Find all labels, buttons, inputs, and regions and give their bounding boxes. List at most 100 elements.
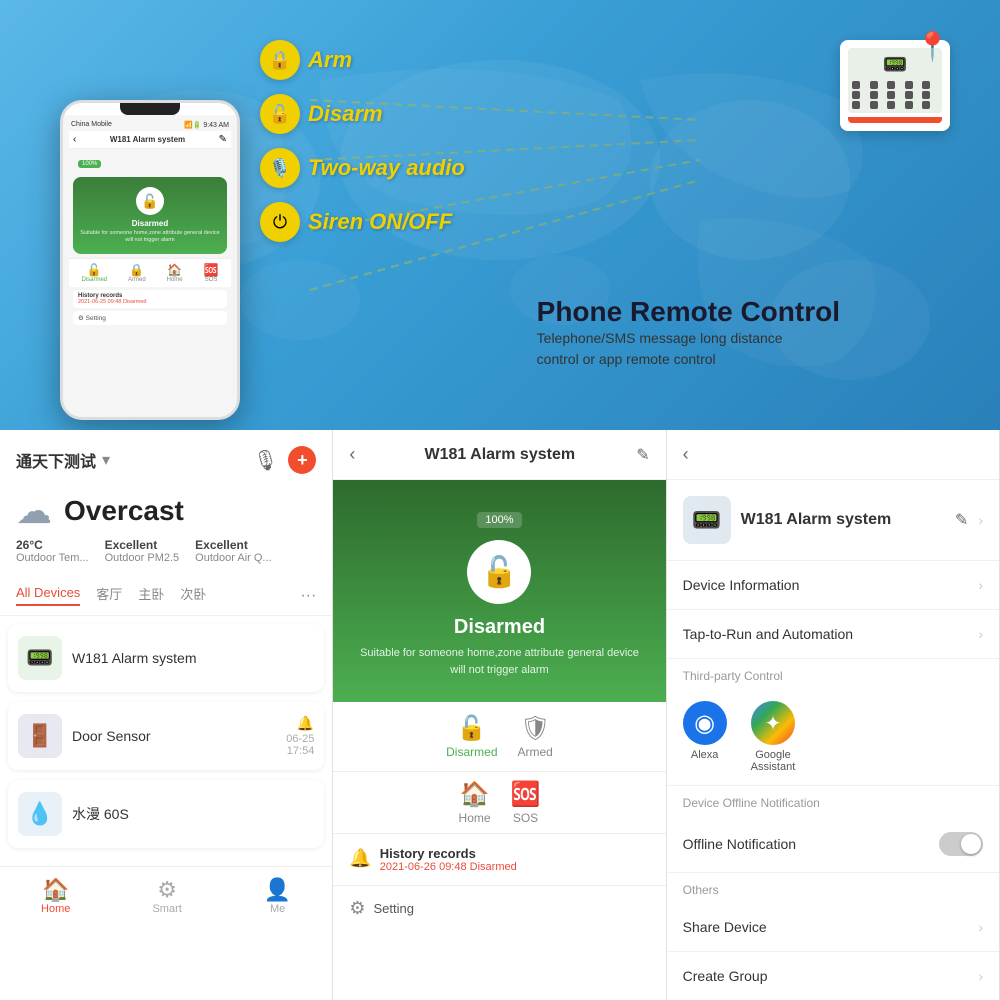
setting-label: Setting — [373, 901, 413, 916]
create-group-arrow: › — [978, 968, 983, 984]
phone-notch — [120, 103, 180, 115]
alexa-icon: ◉ — [683, 701, 727, 745]
alarm-description: Suitable for someone home,zone attribute… — [353, 645, 645, 678]
panel-settings: ‹ 📟 W181 Alarm system ✎ › Device Informa… — [667, 430, 1000, 1000]
third-party-section-label: Third-party Control — [667, 659, 999, 689]
share-device-arrow: › — [978, 919, 983, 935]
disarmed-button[interactable]: 🔓 Disarmed — [446, 714, 497, 759]
phone-history: History records 2021-06-25 09:48 Disarme… — [73, 290, 227, 308]
panel-home: 通天下测试 ▾ 🎙 + ☁ Overcast 26°C Outdoor Tem.… — [0, 430, 333, 1000]
alexa-label: Alexa — [683, 749, 727, 761]
alarm-panel-title: W181 Alarm system — [363, 446, 636, 464]
toggle-knob — [961, 834, 981, 854]
device-info-chevron: › — [978, 512, 983, 528]
device-tabs: All Devices 客厅 主卧 次卧 ··· — [0, 576, 332, 616]
device-thumb-door: 🚪 — [18, 714, 62, 758]
phone-mockup: China Mobile 📶🔋 9:43 AM ‹ W181 Alarm sys… — [60, 100, 240, 420]
history-title: History records — [380, 846, 517, 861]
alarm-mode-buttons: 🔓 Disarmed 🛡 Armed — [333, 702, 665, 772]
home-button[interactable]: 🏠 Home — [459, 780, 491, 825]
mic-icon[interactable]: 🎙 — [253, 448, 278, 473]
sos-button[interactable]: 🆘 SOS — [511, 780, 541, 825]
setting-icon: ⚙ — [349, 898, 365, 919]
offline-notification-item: Offline Notification — [667, 816, 999, 873]
list-item[interactable]: 📟 W181 Alarm system — [8, 624, 324, 692]
phone-status-bar: China Mobile 📶🔋 9:43 AM — [69, 119, 231, 131]
weather-condition: Overcast — [64, 495, 184, 527]
tap-to-run-label: Tap-to-Run and Automation — [683, 626, 853, 642]
weather-icon: ☁ — [16, 490, 52, 532]
create-group-item[interactable]: Create Group › — [667, 952, 999, 1000]
tab-master[interactable]: 主卧 — [138, 584, 164, 607]
feature-audio: 🎙️ Two-way audio — [260, 148, 465, 188]
history-icon: 🔔 — [349, 848, 371, 869]
share-device-item[interactable]: Share Device › — [667, 903, 999, 952]
panel-alarm: ‹ W181 Alarm system ✎ 100% 🔓 Disarmed Su… — [333, 430, 666, 1000]
list-item[interactable]: 🚪 Door Sensor 🔔 06-2517:54 — [8, 702, 324, 770]
alarm-edit-icon[interactable]: ✎ — [636, 445, 649, 465]
device-image-top-right: 📍 📟 — [840, 40, 960, 140]
weather-section: ☁ Overcast 26°C Outdoor Tem... Excellent… — [0, 482, 332, 576]
panel3-header: ‹ — [667, 430, 999, 480]
panel3-device-name: W181 Alarm system — [741, 511, 945, 529]
alarm-setting-row[interactable]: ⚙ Setting — [333, 886, 665, 931]
phone-battery: 100% — [78, 160, 101, 168]
alarm-battery-badge: 100% — [477, 512, 521, 528]
device-name-alarm: W181 Alarm system — [72, 650, 314, 666]
nav-me[interactable]: 👤 Me — [264, 877, 291, 915]
add-device-button[interactable]: + — [288, 446, 316, 474]
alarm-screen: 100% 🔓 Disarmed Suitable for someone hom… — [333, 480, 665, 702]
remote-control-text: Phone Remote Control Telephone/SMS messa… — [537, 296, 840, 370]
offline-section-label: Device Offline Notification — [667, 786, 999, 816]
device-information-item[interactable]: Device Information › — [667, 561, 999, 610]
feature-siren: ⏻ Siren ON/OFF — [260, 202, 465, 242]
back-arrow-alarm[interactable]: ‹ — [349, 444, 355, 465]
panel3-edit-button[interactable]: ✎ — [955, 510, 968, 530]
tab-all-devices[interactable]: All Devices — [16, 585, 80, 606]
me-nav-icon: 👤 — [264, 877, 291, 903]
nav-home[interactable]: 🏠 Home — [41, 877, 70, 915]
alarm-status: Disarmed — [353, 616, 645, 639]
phone-nav-bar: ‹ W181 Alarm system ✎ — [69, 131, 231, 149]
phone-setting: ⚙ Setting — [73, 311, 227, 325]
armed-button[interactable]: 🛡 Armed — [518, 714, 553, 759]
create-group-label: Create Group — [683, 968, 768, 984]
tab-living[interactable]: 客厅 — [96, 584, 122, 607]
phone-alarm-screen: 🔓 Disarmed Suitable for someone home,zon… — [73, 177, 227, 254]
feature-labels: 🔒 Arm 🔓 Disarm 🎙️ Two-way audio ⏻ Siren … — [260, 40, 465, 256]
list-item[interactable]: 💧 水漫 60S — [8, 780, 324, 848]
device-list: 📟 W181 Alarm system 🚪 Door Sensor 🔔 06-2… — [0, 616, 332, 866]
offline-notification-toggle[interactable] — [939, 832, 983, 856]
weather-temp: 26°C Outdoor Tem... — [16, 538, 89, 564]
sensor-icon: 🔔 — [297, 715, 314, 731]
panel-home-header: 通天下测试 ▾ 🎙 + — [0, 430, 332, 482]
feature-arm: 🔒 Arm — [260, 40, 465, 80]
history-detail: 2021-06-26 09:48 Disarmed — [380, 861, 517, 873]
device-thumb-alarm: 📟 — [18, 636, 62, 680]
top-banner: China Mobile 📶🔋 9:43 AM ‹ W181 Alarm sys… — [0, 0, 1000, 430]
google-icon: ✦ — [751, 701, 795, 745]
others-section-label: Others — [667, 873, 999, 903]
offline-notification-label: Offline Notification — [683, 836, 796, 852]
alarm-history-section[interactable]: 🔔 History records 2021-06-26 09:48 Disar… — [333, 834, 665, 886]
alexa-item[interactable]: ◉ Alexa — [683, 701, 727, 773]
device-name-water: 水漫 60S — [72, 804, 314, 824]
location-pin: 📍 — [915, 30, 950, 63]
bottom-section: 通天下测试 ▾ 🎙 + ☁ Overcast 26°C Outdoor Tem.… — [0, 430, 1000, 1000]
panel3-device-info: 📟 W181 Alarm system ✎ › — [667, 480, 999, 561]
device-info-arrow: › — [978, 577, 983, 593]
home-username[interactable]: 通天下测试 — [16, 448, 96, 472]
tap-to-run-arrow: › — [978, 626, 983, 642]
nav-smart[interactable]: ⚙ Smart — [152, 877, 181, 915]
home-nav-icon: 🏠 — [41, 877, 70, 903]
tap-to-run-item[interactable]: Tap-to-Run and Automation › — [667, 610, 999, 659]
dropdown-arrow[interactable]: ▾ — [102, 450, 110, 470]
google-assistant-item[interactable]: ✦ GoogleAssistant — [751, 701, 796, 773]
alarm-lock-icon: 🔓 — [467, 540, 531, 604]
tab-secondary[interactable]: 次卧 — [180, 584, 206, 607]
device-info-label: Device Information — [683, 577, 800, 593]
feature-disarm: 🔓 Disarm — [260, 94, 465, 134]
back-arrow-settings[interactable]: ‹ — [683, 444, 689, 465]
device-time: 06-2517:54 — [286, 733, 314, 757]
more-tabs-icon[interactable]: ··· — [300, 587, 316, 605]
